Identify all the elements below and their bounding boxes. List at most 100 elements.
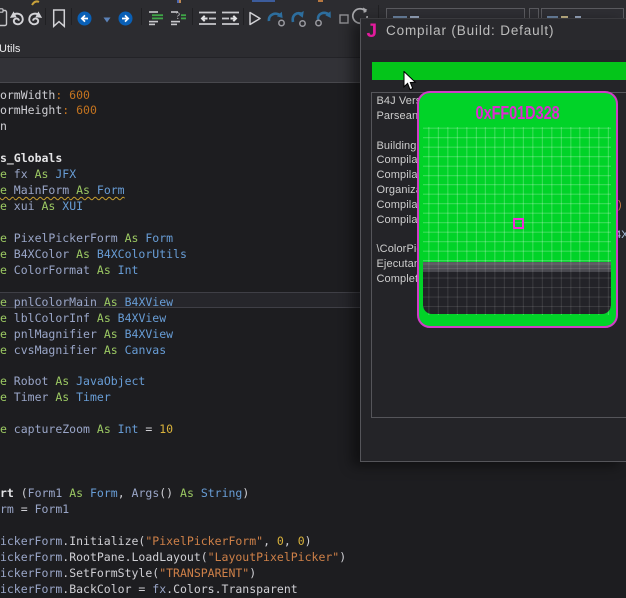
indent-icon[interactable] [221, 11, 240, 26]
code-line [0, 279, 346, 295]
code-token: Robot [14, 374, 49, 388]
bookmark-icon[interactable] [52, 9, 66, 28]
code-line: PixelPickerForm.RootPane.LoadLayout("Lay… [0, 550, 346, 566]
navigate-forward-icon[interactable] [118, 11, 133, 26]
code-token: #MainFormWidth [0, 88, 55, 102]
code-token: ) [249, 566, 256, 580]
code-token: Private [0, 231, 14, 245]
navigate-back-icon[interactable] [77, 11, 92, 26]
code-token: As [97, 295, 125, 309]
code-token: captureZoom [14, 422, 90, 436]
code-token: cvsMagnifier [14, 343, 97, 357]
code-line: #End Region [0, 119, 346, 135]
code-token: Private [0, 183, 14, 197]
step-into-icon[interactable] [291, 10, 309, 27]
code-token: .Initialize( [62, 534, 145, 548]
code-token: As [118, 231, 146, 245]
code-token: JFX [55, 167, 76, 181]
code-token: Private [0, 374, 14, 388]
code-token: .RootPane.LoadLayout( [62, 550, 207, 564]
code-token: String [201, 486, 243, 500]
mouse-cursor [403, 71, 417, 91]
undo-icon[interactable] [9, 11, 25, 26]
step-over-icon[interactable] [267, 10, 287, 27]
code-line: Private pnlColorMain As B4XView [0, 295, 346, 311]
code-line: Private cvsMagnifier As Canvas [0, 343, 346, 359]
code-token: As [69, 247, 97, 261]
code-token: "PixelPickerForm" [145, 534, 263, 548]
code-token: ) [305, 534, 312, 548]
code-token: JavaObject [76, 374, 145, 388]
redo-icon[interactable] [27, 11, 43, 26]
code-token: PixelPickerForm [0, 566, 62, 580]
code-token: Timer [14, 390, 49, 404]
step-out-icon[interactable] [314, 10, 333, 27]
code-token: As [173, 486, 201, 500]
code-token: As [62, 486, 90, 500]
code-token: Canvas [125, 343, 167, 357]
code-token: Form [97, 183, 125, 197]
code-token: , [284, 534, 298, 548]
toolbar-separator [243, 8, 244, 25]
stop-icon[interactable] [339, 14, 349, 24]
b4j-ide-screenshot: ? [0, 0, 626, 598]
code-line: Sub AppStart (Form1 As Form, Args() As S… [0, 486, 346, 502]
code-token: AppStart [0, 486, 21, 500]
code-line [0, 454, 346, 470]
code-token: ) [339, 550, 346, 564]
code-token: Args [132, 486, 160, 500]
code-token: 0 [277, 534, 284, 548]
toolbar-remnant-dash [252, 0, 275, 2]
code-token: () [159, 486, 173, 500]
code-token: Int [118, 263, 139, 277]
code-token: : 600 [55, 88, 90, 102]
code-token: As [35, 199, 63, 213]
code-token: B4XColorUtils [97, 247, 187, 261]
code-token: pnlMagnifier [14, 327, 97, 341]
code-token: Form [145, 231, 173, 245]
module-tab-utils[interactable]: Utils [0, 43, 20, 55]
code-token: As [48, 390, 76, 404]
code-line: Private B4XColor As B4XColorUtils [0, 247, 346, 263]
code-token: #End Region [0, 119, 7, 133]
back-history-dropdown-icon[interactable] [103, 17, 111, 23]
outdent-icon[interactable] [198, 11, 217, 26]
code-token: As [90, 263, 118, 277]
comment-icon[interactable] [148, 10, 165, 26]
pixel-picker-window[interactable]: 0xFF01D328 [417, 91, 618, 329]
svg-text:?: ? [176, 11, 180, 21]
code-line [0, 470, 346, 486]
code-token: As [90, 422, 118, 436]
code-line: Private MainForm As Form [0, 183, 346, 199]
code-token: ColorFormat [14, 263, 90, 277]
code-token: Form1 [35, 502, 70, 516]
toolbar-separator [71, 8, 72, 25]
code-token: .SetFormStyle( [62, 566, 159, 580]
code-token: .Colors.Transparent [166, 582, 298, 596]
b4j-logo: J [367, 23, 378, 41]
code-token: B4XColor [14, 247, 69, 261]
code-line [0, 406, 346, 422]
code-line: Private xui As XUI [0, 199, 346, 215]
code-line [0, 215, 346, 231]
code-token: Private [0, 167, 14, 181]
run-icon[interactable] [248, 11, 262, 26]
uncomment-icon[interactable]: ? [170, 10, 187, 26]
code-token: xui [14, 199, 35, 213]
code-token: pnlColorMain [14, 295, 97, 309]
code-token: Int [118, 422, 139, 436]
toolbar-separator [378, 5, 379, 18]
code-token: : 600 [62, 103, 97, 117]
paste-icon[interactable] [0, 8, 8, 27]
code-token: As [69, 183, 97, 197]
code-token: As [28, 167, 56, 181]
code-token: Timer [76, 390, 111, 404]
code-line: #MainFormWidth: 600 [0, 88, 346, 104]
code-line [0, 135, 346, 151]
toolbar-separator [192, 8, 193, 25]
code-token: PixelPickerForm [14, 231, 118, 245]
code-token: fx [152, 582, 166, 596]
code-token: fx [14, 167, 28, 181]
code-token: .BackColor = [62, 582, 152, 596]
code-token: Private [0, 422, 14, 436]
